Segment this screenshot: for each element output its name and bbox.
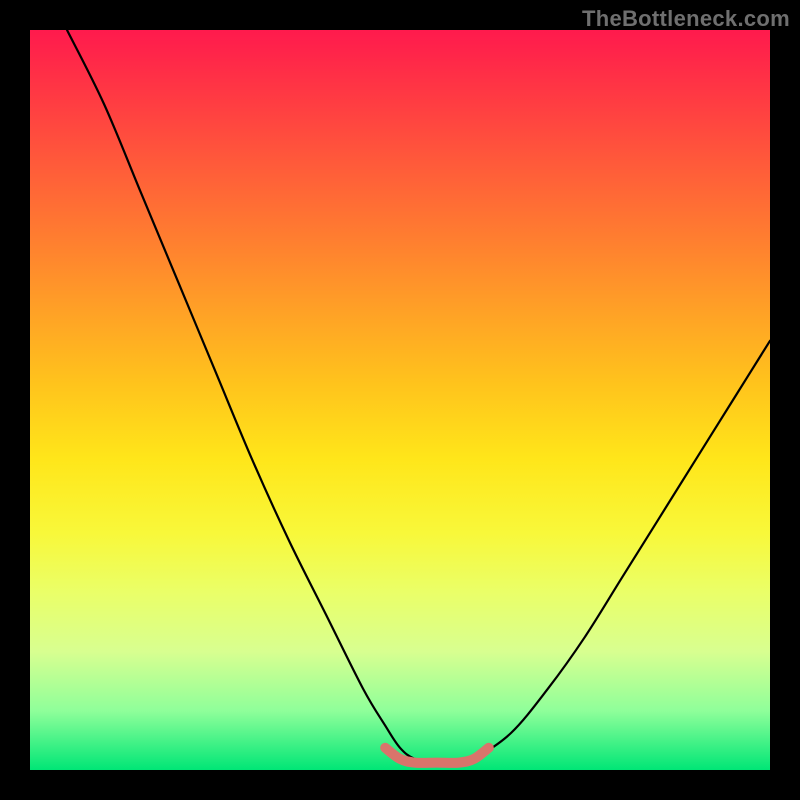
chart-frame: TheBottleneck.com (0, 0, 800, 800)
curve-svg (30, 30, 770, 770)
plot-area (30, 30, 770, 770)
watermark-text: TheBottleneck.com (582, 6, 790, 32)
main-curve (67, 30, 770, 763)
